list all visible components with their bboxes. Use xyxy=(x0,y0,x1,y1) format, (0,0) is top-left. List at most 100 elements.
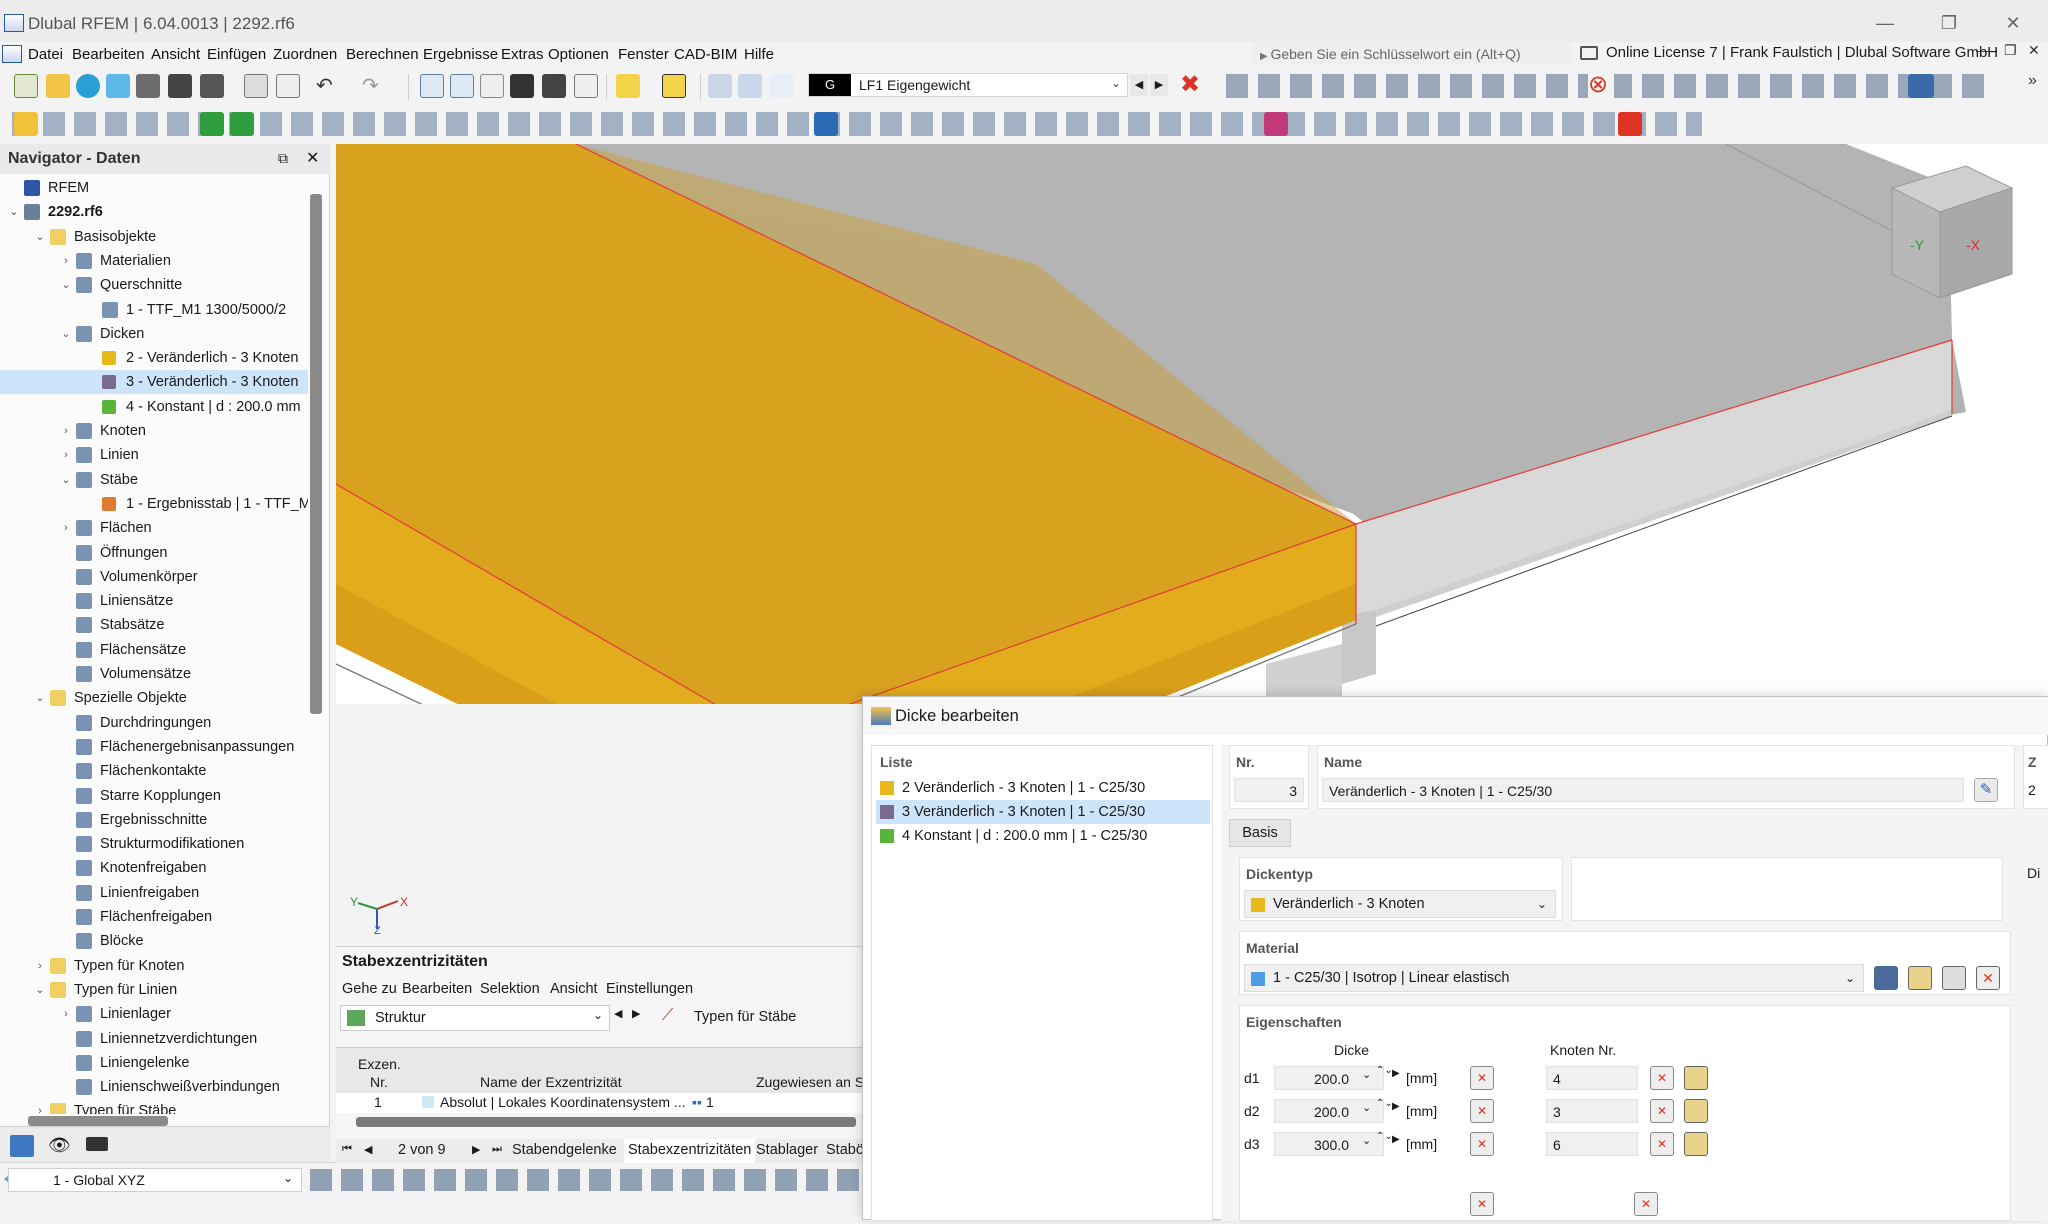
chevron-down-icon[interactable]: ⌄ xyxy=(34,984,46,996)
chevron-down-icon[interactable]: ⌄ xyxy=(60,328,72,340)
chevron-right-icon[interactable]: › xyxy=(60,449,72,461)
new-node-icon[interactable] xyxy=(1684,1066,1708,1090)
pick-material-icon[interactable]: ✕ xyxy=(1976,966,2000,990)
nav-item-14[interactable]: › Flächen xyxy=(0,516,308,540)
nav-item-11[interactable]: › Linien xyxy=(0,443,308,467)
menu-optionen[interactable]: Optionen xyxy=(548,46,609,63)
tab-member-hinges[interactable]: Stabendgelenke xyxy=(512,1142,617,1158)
spinner-icon[interactable]: ⌃⌄ xyxy=(1376,1066,1393,1076)
nav-item-22[interactable]: Durchdringungen xyxy=(0,711,308,735)
new-node-icon[interactable] xyxy=(1684,1132,1708,1156)
table-toggle-icon[interactable] xyxy=(450,74,474,98)
panel-menu-goto[interactable]: Gehe zu xyxy=(342,981,397,997)
inner-minimize-icon[interactable]: — xyxy=(1976,42,1990,58)
print-report-icon[interactable] xyxy=(136,74,160,98)
first-page-icon[interactable]: ⏮ xyxy=(342,1143,352,1156)
menu-ergebnisse[interactable]: Ergebnisse xyxy=(423,46,498,63)
coordinate-system-select[interactable]: 1 - Global XYZ ⌄ xyxy=(8,1168,302,1192)
nav-item-8[interactable]: 3 - Veränderlich - 3 Knoten xyxy=(0,370,308,395)
data-tab-icon[interactable] xyxy=(10,1135,34,1157)
cloud-icon[interactable] xyxy=(106,74,130,98)
nav-item-4[interactable]: ⌄ Querschnitte xyxy=(0,273,308,297)
pick-thickness-icon[interactable]: ✕ xyxy=(1470,1066,1494,1090)
nav-item-1[interactable]: ⌄ 2292.rf6 xyxy=(0,200,308,224)
chevron-right-icon[interactable]: › xyxy=(34,960,46,972)
table-row[interactable]: 1 Absolut | Lokales Koordinatensystem ..… xyxy=(336,1093,866,1113)
spinner-right-icon[interactable]: ▶ xyxy=(1392,1068,1400,1079)
nav-item-29[interactable]: Linienfreigaben xyxy=(0,881,308,905)
redo-icon[interactable]: ↷ xyxy=(362,74,386,98)
camera-icon[interactable] xyxy=(86,1137,108,1151)
console-icon[interactable] xyxy=(510,74,534,98)
nav-item-30[interactable]: Flächenfreigaben xyxy=(0,905,308,929)
pick-node-icon[interactable]: ✕ xyxy=(1650,1099,1674,1123)
tab-member-supports[interactable]: Stablager xyxy=(756,1142,818,1158)
nav-item-10[interactable]: › Knoten xyxy=(0,419,308,443)
keyword-search-input[interactable]: ▶ Geben Sie ein Schlüsselwort ein (Alt+Q… xyxy=(1252,43,1572,65)
pin-icon[interactable] xyxy=(1264,112,1288,136)
panel-next-icon[interactable]: ▶ xyxy=(632,1007,640,1020)
nav-item-18[interactable]: Stabsätze xyxy=(0,613,308,637)
nav-item-7[interactable]: 2 - Veränderlich - 3 Knoten xyxy=(0,346,308,370)
calculator-icon[interactable] xyxy=(574,74,598,98)
3d-viewport[interactable]: -Y -X xyxy=(336,144,2048,704)
menu-app-icon[interactable] xyxy=(2,45,22,63)
pick-all-nodes-icon[interactable]: ✕ xyxy=(1634,1192,1658,1216)
spinner-icon[interactable]: ⌃⌄ xyxy=(1376,1099,1393,1109)
navigator-h-scrollbar[interactable] xyxy=(28,1116,168,1126)
next-page-icon[interactable]: ▶ xyxy=(472,1143,480,1156)
nav-item-9[interactable]: 4 - Konstant | d : 200.0 mm xyxy=(0,395,308,419)
node-field[interactable]: 4 xyxy=(1546,1066,1638,1090)
close-navigator-icon[interactable]: ✕ xyxy=(306,148,319,168)
nav-item-38[interactable]: › Typen für Stäbe xyxy=(0,1099,308,1114)
nav-item-28[interactable]: Knotenfreigaben xyxy=(0,856,308,880)
new-node-icon[interactable] xyxy=(1684,1099,1708,1123)
nav-item-25[interactable]: Starre Kopplungen xyxy=(0,784,308,808)
node-field[interactable]: 6 xyxy=(1546,1132,1638,1156)
menu-hilfe[interactable]: Hilfe xyxy=(744,46,774,63)
name-field[interactable]: Veränderlich - 3 Knoten | 1 - C25/30 xyxy=(1322,778,1964,802)
nav-item-19[interactable]: Flächensätze xyxy=(0,638,308,662)
nav-item-26[interactable]: Ergebnisschnitte xyxy=(0,808,308,832)
nav-item-27[interactable]: Strukturmodifikationen xyxy=(0,832,308,856)
nav-item-35[interactable]: Liniennetzverdichtungen xyxy=(0,1027,308,1051)
nav-item-17[interactable]: Liniensätze xyxy=(0,589,308,613)
eye-icon[interactable]: 👁 xyxy=(48,1135,71,1156)
nav-item-2[interactable]: ⌄ Basisobjekte xyxy=(0,225,308,249)
spinner-right-icon[interactable]: ▶ xyxy=(1392,1101,1400,1112)
nav-item-5[interactable]: 1 - TTF_M1 1300/5000/2 xyxy=(0,298,308,322)
save-icon[interactable] xyxy=(168,74,192,98)
nav-item-16[interactable]: Volumenkörper xyxy=(0,565,308,589)
nav-item-24[interactable]: Flächenkontakte xyxy=(0,759,308,783)
chevron-right-icon[interactable]: › xyxy=(60,425,72,437)
chevron-down-icon[interactable]: ⌄ xyxy=(60,474,72,486)
chevron-right-icon[interactable]: › xyxy=(60,522,72,534)
list-item[interactable]: 4 Konstant | d : 200.0 mm | 1 - C25/30 xyxy=(876,824,1210,848)
nav-item-33[interactable]: ⌄ Typen für Linien xyxy=(0,978,308,1002)
menu-einfuegen[interactable]: Einfügen xyxy=(207,46,266,63)
snap-icon[interactable] xyxy=(14,112,38,136)
modeling-toolbar[interactable] xyxy=(12,112,1702,136)
navigator-scrollbar[interactable] xyxy=(310,194,322,714)
menu-cad-bim[interactable]: CAD-BIM xyxy=(674,46,737,63)
text-label-icon[interactable] xyxy=(662,74,686,98)
nav-item-36[interactable]: Liniengelenke xyxy=(0,1051,308,1075)
nr-field[interactable]: 3 xyxy=(1234,778,1304,802)
menu-berechnen[interactable]: Berechnen xyxy=(346,46,419,63)
close-button[interactable]: ✕ xyxy=(1998,10,2028,36)
prev-page-icon[interactable]: ◀ xyxy=(364,1143,372,1156)
node-field[interactable]: 3 xyxy=(1546,1099,1638,1123)
nav-item-34[interactable]: › Linienlager xyxy=(0,1002,308,1026)
list-item[interactable]: 2 Veränderlich - 3 Knoten | 1 - C25/30 xyxy=(876,776,1210,800)
inner-restore-icon[interactable]: ❐ xyxy=(2004,42,2017,59)
table-icon[interactable] xyxy=(244,74,268,98)
load-case-select[interactable]: G LF1 Eigengewicht ⌄ xyxy=(808,73,1128,97)
tab-member-eccentricities[interactable]: Stabexzentrizitäten xyxy=(624,1139,756,1163)
new-material-icon[interactable] xyxy=(1908,966,1932,990)
panel-icon[interactable] xyxy=(480,74,504,98)
pick-node-icon[interactable]: ✕ xyxy=(1650,1132,1674,1156)
thickness-type-select[interactable]: Veränderlich - 3 Knoten ⌄ xyxy=(1244,890,1556,918)
spinner-icon[interactable]: ⌃⌄ xyxy=(1376,1132,1393,1142)
script-icon[interactable] xyxy=(542,74,566,98)
nav-item-15[interactable]: Öffnungen xyxy=(0,541,308,565)
